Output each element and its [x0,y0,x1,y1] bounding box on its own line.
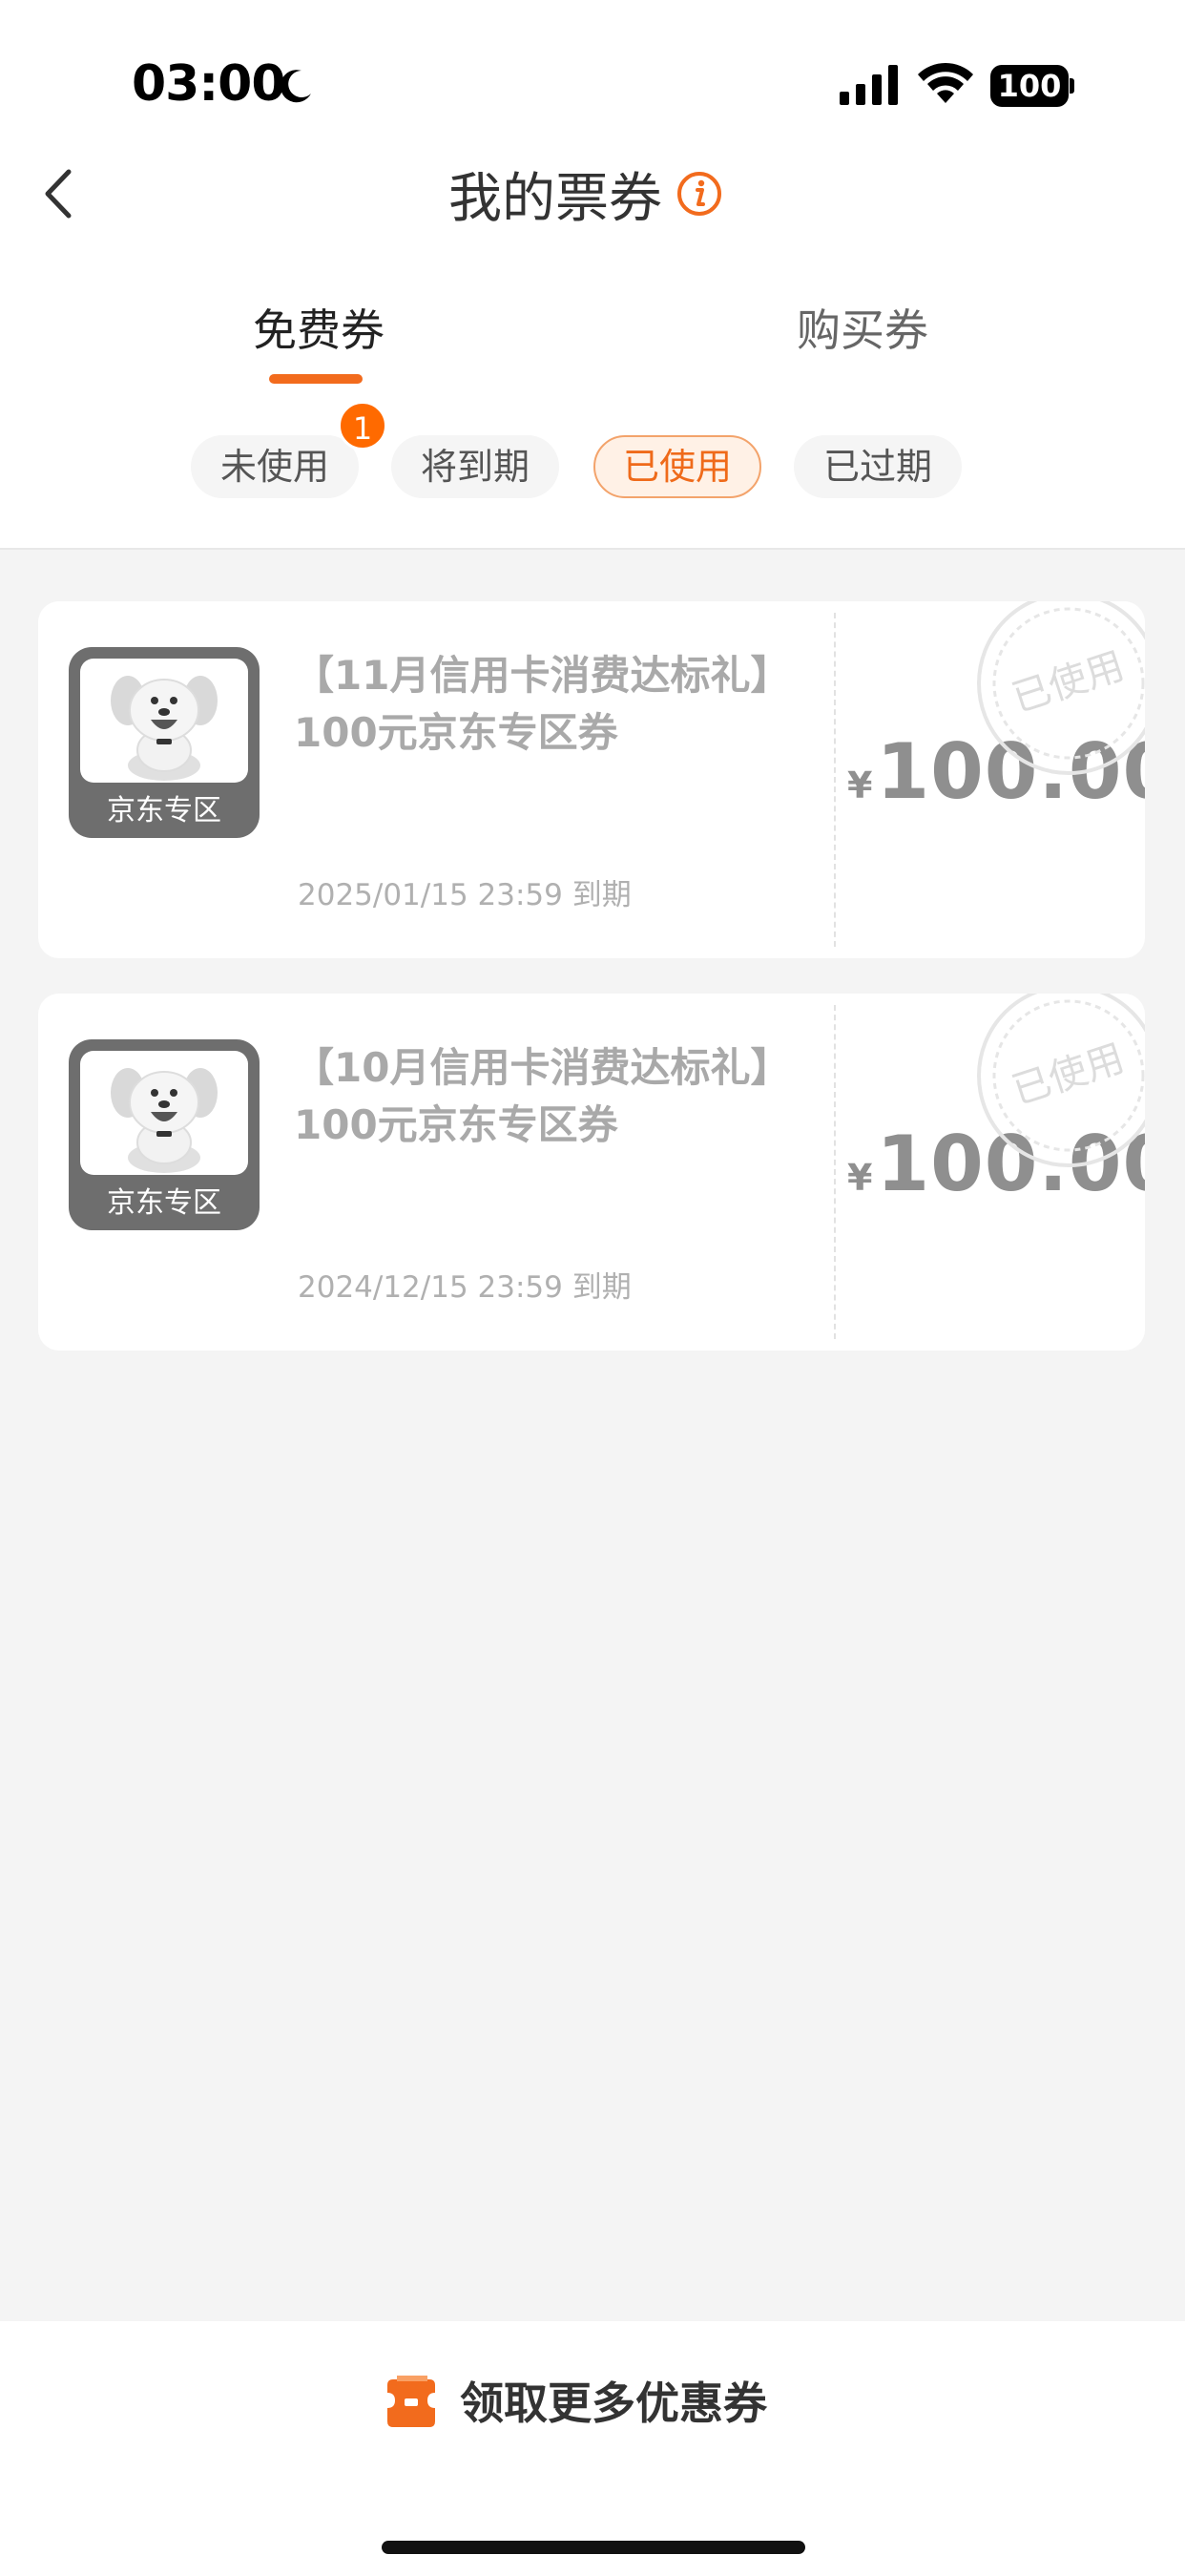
page-title: 我的票券 [448,167,662,230]
thumb-label: 京东专区 [107,794,221,827]
battery-level: 100 [997,68,1062,104]
nav-header: 我的票券 [0,143,1185,258]
app-root: 03:00 100 我的票券 免费券 购买券 未使用 1 将到期 已使用 已过期… [0,0,1185,2576]
thumb-label: 京东专区 [107,1186,221,1220]
page-title-group: 我的票券 [448,160,723,230]
coupon-title: 【10月信用卡消费达标礼】100元京东专区券 [294,1044,791,1148]
ticket-icon [387,2376,435,2427]
unused-count-badge: 1 [338,401,387,450]
bottom-bar: 领取更多优惠券 [0,2321,1185,2576]
coupon-divider [834,1005,836,1339]
thumb-frame [80,1051,248,1175]
moon-icon [280,70,311,103]
wifi-icon [918,62,973,103]
coupon-expiry: 2024/12/15 23:59 到期 [298,1270,632,1305]
cellular-signal-icon [840,65,898,105]
status-time: 03:00 [132,55,286,113]
get-more-coupons-button[interactable]: 领取更多优惠券 [380,2367,767,2434]
coupon-title: 【11月信用卡消费达标礼】100元京东专区券 [294,652,791,756]
filter-expiring[interactable]: 将到期 [391,435,559,498]
jd-dog-mascot-icon [111,676,218,781]
currency-symbol: ¥ [847,1157,873,1199]
status-bar: 03:00 100 [0,0,1185,143]
home-indicator [382,2541,805,2554]
coupon-card[interactable]: 京东专区 【10月信用卡消费达标礼】100元京东专区券 2024/12/15 2… [38,994,1145,1351]
filter-used[interactable]: 已使用 [593,435,761,498]
used-stamp: 已使用 [977,994,1145,1167]
status-filters: 未使用 1 将到期 已使用 已过期 [0,401,1185,550]
info-icon[interactable] [676,170,723,218]
coupon-expiry: 2025/01/15 23:59 到期 [298,878,632,912]
currency-symbol: ¥ [847,764,873,806]
coupon-thumbnail: 京东专区 [69,1039,260,1230]
coupon-card[interactable]: 京东专区 【11月信用卡消费达标礼】100元京东专区券 2025/01/15 2… [38,601,1145,958]
coupon-thumbnail: 京东专区 [69,647,260,838]
more-coupons-label: 领取更多优惠券 [460,2377,767,2429]
coupon-divider [834,613,836,947]
battery-indicator: 100 [990,65,1074,107]
coupon-tabs: 免费券 购买券 [0,258,1185,401]
stamp-text: 已使用 [1008,644,1130,722]
tab-free-coupons[interactable]: 免费券 [253,296,385,359]
filter-unused[interactable]: 未使用 [191,435,359,498]
used-stamp: 已使用 [977,601,1145,775]
stamp-text: 已使用 [1008,1037,1130,1114]
thumb-frame [80,659,248,783]
battery-cap [1070,78,1074,94]
tab-purchased-coupons[interactable]: 购买券 [797,296,928,359]
active-tab-indicator [269,374,363,384]
filter-expired[interactable]: 已过期 [794,435,962,498]
back-button[interactable] [29,160,95,227]
jd-dog-mascot-icon [111,1068,218,1173]
